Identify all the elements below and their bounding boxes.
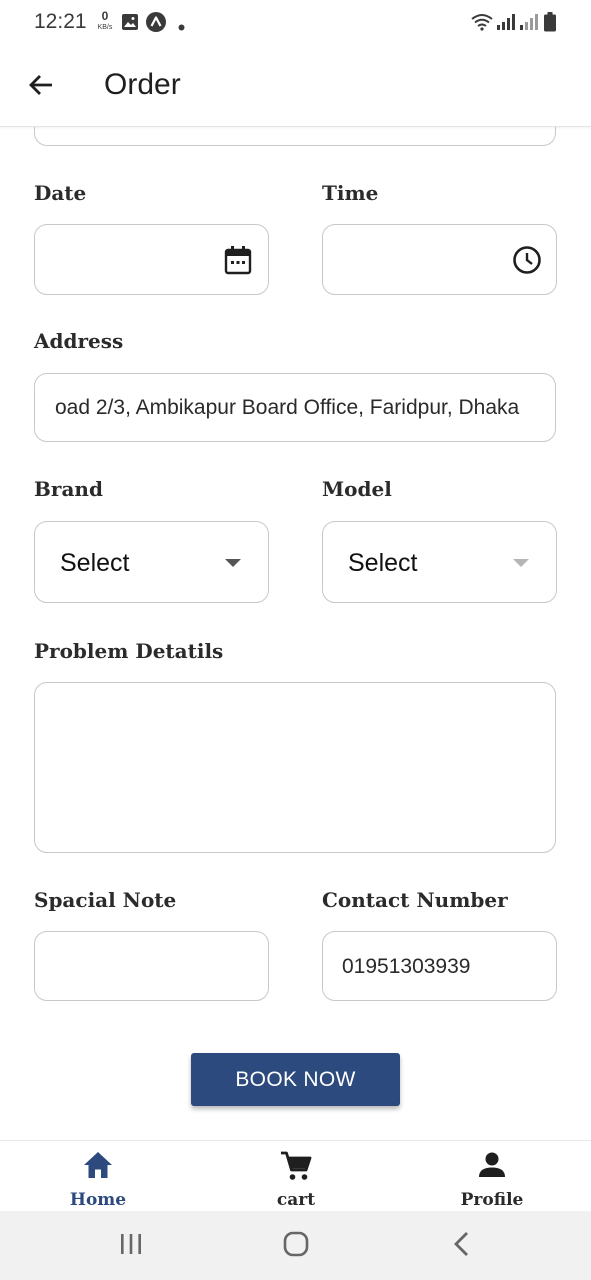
recent-apps-button[interactable] [111,1231,151,1261]
status-bar: 12:21 0 KB/s [0,0,591,46]
battery-icon [543,12,557,37]
address-field[interactable]: oad 2/3, Ambikapur Board Office, Faridpu… [34,373,556,442]
problem-details-textarea[interactable] [34,682,556,853]
nav-label-cart: cart [276,1190,316,1210]
image-icon [121,13,139,36]
model-select[interactable]: Select [322,521,557,603]
brand-selected-value: Select [60,549,130,577]
nav-label-home: Home [69,1190,127,1210]
contact-number-value: 01951303939 [342,955,471,978]
contact-number-label: Contact Number [322,888,508,912]
data-rate-value: 0 [101,9,109,23]
back-system-button[interactable] [442,1231,482,1261]
page-title: Order [104,68,181,101]
problem-details-label: Problem Detatils [34,639,224,663]
data-rate-unit: KB/s [97,24,113,31]
status-time: 12:21 [34,10,87,33]
brand-label: Brand [34,477,103,501]
arrow-left-icon [27,71,55,104]
wifi-icon [470,12,494,37]
model-label: Model [322,477,392,501]
clock-icon[interactable] [512,245,542,280]
app-bar: Order [0,46,591,127]
nav-item-cart[interactable]: cart [226,1141,366,1212]
special-note-label: Spacial Note [34,888,177,912]
home-system-button[interactable] [276,1231,316,1261]
system-nav-bar [0,1211,591,1280]
data-rate-indicator: 0 KB/s [94,9,116,32]
address-value: oad 2/3, Ambikapur Board Office, Faridpu… [55,396,520,419]
calendar-icon[interactable] [224,245,252,280]
signal-icon-2 [519,13,539,36]
contact-number-field[interactable]: 01951303939 [322,931,557,1001]
brand-select[interactable]: Select [34,521,269,603]
nav-label-profile: Profile [460,1190,524,1210]
date-label: Date [34,181,87,205]
model-selected-value: Select [348,549,418,577]
time-label: Time [322,181,379,205]
chevron-left-icon [453,1231,471,1262]
bottom-nav: Home cart Profile [0,1140,591,1211]
date-field[interactable] [34,224,269,295]
home-circle-icon [283,1231,309,1262]
special-note-field[interactable] [34,931,269,1001]
chevron-down-icon [513,559,529,567]
nav-item-home[interactable]: Home [28,1141,168,1212]
chevron-down-icon [225,559,241,567]
signal-icon [496,13,516,36]
app-badge-icon [145,11,167,38]
book-now-button[interactable]: BOOK NOW [191,1053,400,1106]
dot-icon [178,18,185,36]
recent-apps-icon [119,1233,143,1260]
nav-item-profile[interactable]: Profile [422,1141,562,1212]
address-label: Address [34,329,124,353]
back-button[interactable] [22,68,60,106]
time-field[interactable] [322,224,557,295]
